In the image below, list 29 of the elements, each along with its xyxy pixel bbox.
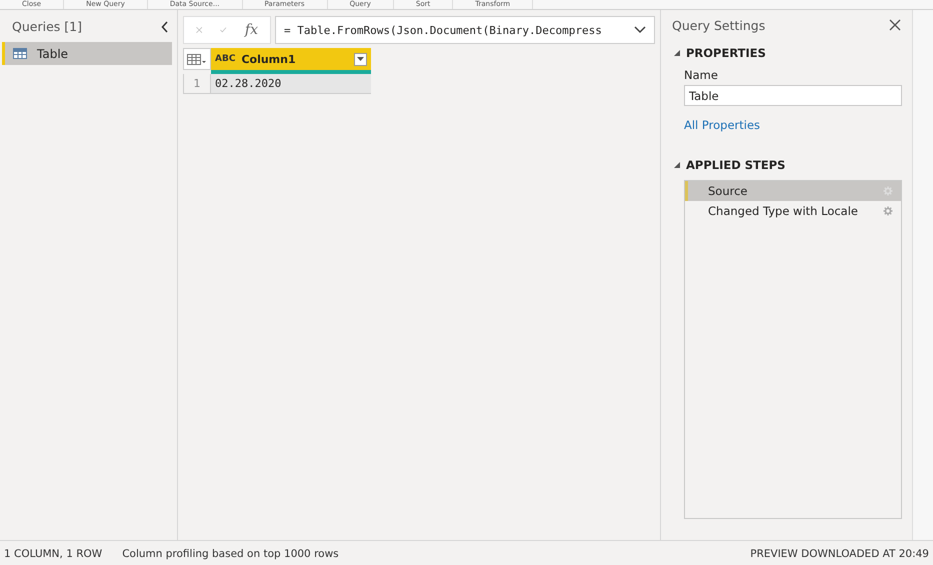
- status-text: 1 COLUMN, 1 ROW: [4, 548, 102, 560]
- formula-field[interactable]: = Table.FromRows(Json.Document(Binary.Decompress: [275, 16, 655, 44]
- collapse-triangle-icon[interactable]: [674, 162, 680, 168]
- table-cell: 02.28.2020: [211, 74, 371, 94]
- column-type-label[interactable]: ABC: [215, 54, 236, 64]
- filter-dropdown-button[interactable]: [354, 52, 367, 66]
- table-dropdown-icon: [187, 54, 207, 64]
- all-properties-link[interactable]: All Properties: [684, 118, 760, 132]
- section-heading: APPLIED STEPS: [686, 158, 786, 172]
- column-header[interactable]: ABC Column1: [211, 48, 371, 74]
- pane-title: Query Settings: [672, 18, 766, 32]
- table-menu-button[interactable]: [183, 48, 211, 70]
- field-label: Name: [684, 68, 719, 82]
- applied-step[interactable]: Source: [685, 181, 901, 201]
- function-icon[interactable]: fx: [244, 22, 258, 38]
- status-text: Column profiling based on top 1000 rows: [122, 548, 339, 560]
- collapse-chevron-icon[interactable]: [161, 20, 169, 32]
- applied-step[interactable]: Changed Type with Locale: [685, 201, 901, 221]
- scrollbar[interactable]: [912, 10, 933, 540]
- section-heading: PROPERTIES: [686, 46, 766, 60]
- caret-icon: [357, 57, 364, 61]
- name-input-field[interactable]: Table: [684, 85, 902, 106]
- close-icon[interactable]: [889, 19, 901, 31]
- query-item[interactable]: Table: [2, 42, 172, 65]
- table-icon: [13, 48, 27, 59]
- collapse-triangle-icon[interactable]: [674, 50, 680, 56]
- pane-title: Queries [1]: [12, 19, 82, 34]
- status-text: PREVIEW DOWNLOADED AT 20:49: [750, 548, 929, 560]
- expand-chevron-icon[interactable]: [634, 26, 646, 34]
